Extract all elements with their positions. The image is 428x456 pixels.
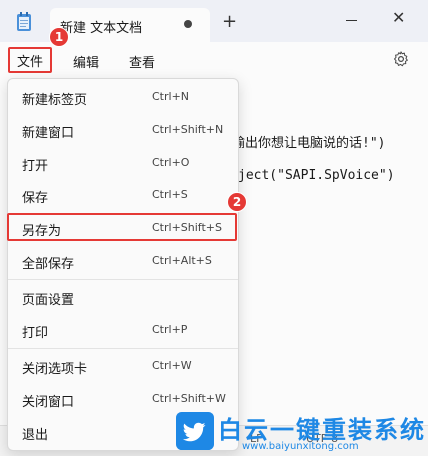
gear-icon[interactable] [392,50,410,68]
menu-item-save[interactable]: 保存 Ctrl+S [8,180,238,210]
editor-line-2: ject("SAPI.SpVoice") [238,168,395,183]
menu-item-shortcut: Ctrl+P [152,323,188,336]
file-dropdown-menu: 新建标签页 Ctrl+N 新建窗口 Ctrl+Shift+N 打开 Ctrl+O… [7,78,239,451]
menu-item-shortcut: Ctrl+Alt+S [152,254,212,267]
menu-item-shortcut: Ctrl+O [152,156,190,169]
menu-item-label: 打开 [22,159,49,174]
menu-item-shortcut: Ctrl+W [152,359,192,372]
document-tab[interactable]: 新建 文本文档 [50,8,210,42]
step-badge-2: 2 [227,192,247,212]
menu-item-open[interactable]: 打开 Ctrl+O [8,148,238,178]
menu-item-page-setup[interactable]: 页面设置 [8,282,238,312]
watermark-brand: 白云一键重装系统 [218,416,426,444]
menu-separator [8,279,238,280]
watermark-url: www.baiyunxitong.com [242,441,359,452]
tab-title: 新建 文本文档 [60,21,143,36]
step-badge-1: 1 [49,27,69,47]
twitter-bird-logo [176,412,214,450]
menu-item-print[interactable]: 打印 Ctrl+P [8,315,238,345]
menu-view[interactable]: 查看 [129,52,155,71]
editor-line-1: 输出你想让电脑说的话!") [232,136,386,151]
minimize-button[interactable] [346,20,357,21]
menu-separator [8,348,238,349]
menu-item-close-tab[interactable]: 关闭选项卡 Ctrl+W [8,351,238,381]
menu-bar: 编辑 查看 [0,42,428,78]
menu-item-label: 退出 [22,428,49,443]
menu-item-label: 新建标签页 [22,93,88,108]
unsaved-indicator-icon[interactable] [184,20,192,28]
menu-item-label: 新建窗口 [22,126,75,141]
watermark: 白云一键重装系统 www.baiyunxitong.com [172,410,428,455]
menu-item-label: 关闭选项卡 [22,362,88,377]
menu-item-new-window[interactable]: 新建窗口 Ctrl+Shift+N [8,115,238,145]
menu-item-shortcut: Ctrl+Shift+W [152,392,226,405]
menu-item-label: 全部保存 [22,257,75,272]
menu-item-label: 打印 [22,326,49,341]
menu-item-shortcut: Ctrl+Shift+N [152,123,224,136]
new-tab-button[interactable]: + [222,13,237,31]
menu-item-label: 页面设置 [22,293,75,308]
menu-file[interactable]: 文件 [8,47,52,73]
notepad-icon [17,12,31,31]
menu-item-save-all[interactable]: 全部保存 Ctrl+Alt+S [8,246,238,276]
menu-item-new-tab[interactable]: 新建标签页 Ctrl+N [8,82,238,112]
menu-item-shortcut: Ctrl+S [152,188,188,201]
menu-item-shortcut: Ctrl+N [152,90,190,103]
menu-edit[interactable]: 编辑 [73,52,99,71]
close-window-button[interactable]: ✕ [392,8,405,27]
menu-item-label: 关闭窗口 [22,395,75,410]
menu-file-label: 文件 [16,54,43,70]
menu-item-label: 保存 [22,191,49,206]
save-as-highlight [7,213,237,241]
